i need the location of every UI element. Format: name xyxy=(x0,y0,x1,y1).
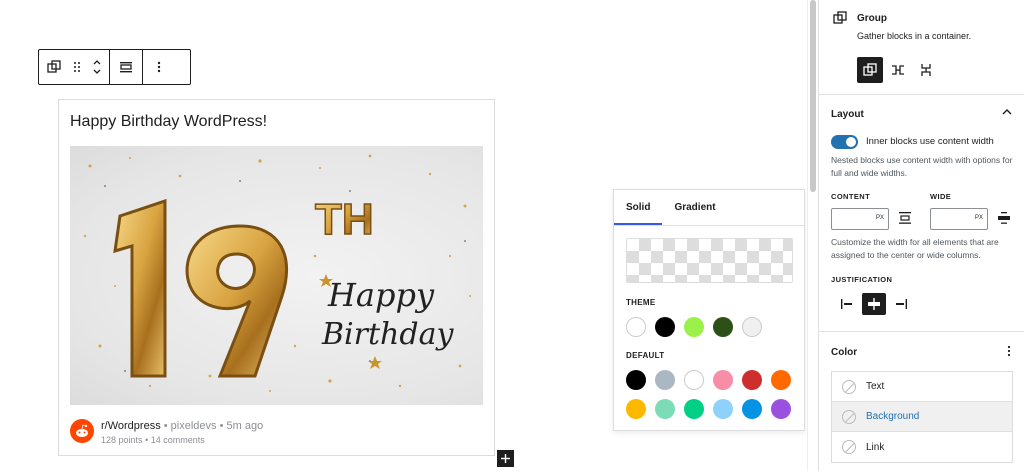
color-swatch[interactable] xyxy=(713,399,733,419)
layout-panel-title[interactable]: Layout xyxy=(831,109,864,120)
color-item-label: Background xyxy=(866,411,920,422)
default-palette-label: DEFAULT xyxy=(626,351,665,360)
width-help-text: Customize the width for all elements tha… xyxy=(831,237,999,261)
color-settings-list: Text Background Link xyxy=(831,371,1013,463)
color-swatch[interactable] xyxy=(655,317,675,337)
toolbar-group-2 xyxy=(110,50,143,84)
color-swatch[interactable] xyxy=(684,399,704,419)
toolbar-group-1 xyxy=(39,50,110,84)
color-indicator-icon xyxy=(842,379,856,394)
group-icon xyxy=(833,11,847,30)
wide-width-field[interactable]: PX xyxy=(930,208,988,230)
more-options-icon[interactable] xyxy=(146,50,172,84)
comments-count: • 14 comments xyxy=(145,435,205,445)
block-title: Group xyxy=(857,13,887,24)
canvas-scrollbar[interactable] xyxy=(807,0,817,471)
color-panel: Color Text Background Link xyxy=(819,333,1024,471)
justify-right-icon[interactable] xyxy=(889,293,913,315)
drag-handle-icon[interactable] xyxy=(67,50,87,84)
align-wide-icon[interactable] xyxy=(998,211,1010,230)
points-count: 128 points xyxy=(101,435,143,445)
wide-width-input[interactable] xyxy=(931,209,975,229)
color-indicator-icon xyxy=(842,440,856,454)
content-width-field[interactable]: PX xyxy=(831,208,889,230)
color-swatch[interactable] xyxy=(713,370,733,390)
color-swatch[interactable] xyxy=(742,317,762,337)
align-icon[interactable] xyxy=(113,50,139,84)
row-variation-icon[interactable] xyxy=(885,57,911,83)
editor-canvas: Happy Birthday WordPress! TH Happy Birth… xyxy=(0,0,806,471)
color-picker-popover: Solid Gradient THEME DEFAULT xyxy=(613,189,805,431)
toolbar-group-3 xyxy=(143,50,175,84)
color-swatch[interactable] xyxy=(742,370,762,390)
color-item-text[interactable]: Text xyxy=(832,372,1012,402)
content-unit[interactable]: PX xyxy=(876,215,884,221)
color-swatch[interactable] xyxy=(655,370,675,390)
color-item-label: Link xyxy=(866,441,885,453)
tab-solid[interactable]: Solid xyxy=(614,190,662,225)
align-center-icon[interactable] xyxy=(899,211,911,230)
post-author-time: • pixeldevs • 5m ago xyxy=(163,420,264,432)
color-swatch[interactable] xyxy=(684,317,704,337)
birthday-image: TH Happy Birthday xyxy=(70,146,483,405)
color-options-icon[interactable] xyxy=(1007,345,1011,360)
reddit-post-stats: 128 points • 14 comments xyxy=(101,435,205,445)
color-indicator-icon xyxy=(842,409,856,424)
block-card: Group Gather blocks in a container. xyxy=(819,0,1024,95)
color-swatch[interactable] xyxy=(771,399,791,419)
theme-swatches xyxy=(626,317,762,337)
color-swatch[interactable] xyxy=(713,317,733,337)
default-swatches-row-2 xyxy=(626,399,791,419)
subreddit-link[interactable]: r/Wordpress xyxy=(101,420,161,432)
color-preview[interactable] xyxy=(626,238,793,283)
color-swatch[interactable] xyxy=(655,399,675,419)
justify-left-icon[interactable] xyxy=(835,293,859,315)
wide-unit[interactable]: PX xyxy=(975,215,983,221)
toggle-label: Inner blocks use content width xyxy=(866,136,994,147)
color-swatch[interactable] xyxy=(771,370,791,390)
color-swatch[interactable] xyxy=(742,399,762,419)
content-label: CONTENT xyxy=(831,192,871,201)
theme-palette-label: THEME xyxy=(626,298,656,307)
color-item-link[interactable]: Link xyxy=(832,432,1012,462)
scrollbar-thumb[interactable] xyxy=(810,0,816,192)
color-item-background[interactable]: Background xyxy=(832,402,1012,432)
move-up-down-icon[interactable] xyxy=(87,50,107,84)
stack-variation-icon[interactable] xyxy=(913,57,939,83)
color-type-tabs: Solid Gradient xyxy=(614,190,804,226)
color-swatch[interactable] xyxy=(626,317,646,337)
content-width-toggle[interactable] xyxy=(831,135,858,149)
settings-sidebar: Group Gather blocks in a container. Layo… xyxy=(818,0,1024,471)
group-block[interactable]: Happy Birthday WordPress! TH Happy Birth… xyxy=(58,99,495,456)
justification-controls xyxy=(835,293,913,315)
color-swatch[interactable] xyxy=(684,370,704,390)
color-item-label: Text xyxy=(866,381,885,392)
svg-text:Happy: Happy xyxy=(327,276,435,314)
post-title: Happy Birthday WordPress! xyxy=(70,113,268,130)
color-swatch[interactable] xyxy=(626,370,646,390)
svg-text:TH: TH xyxy=(315,195,374,244)
layout-help-text: Nested blocks use content width with opt… xyxy=(831,155,1013,179)
block-toolbar xyxy=(38,49,191,85)
reddit-post-meta: r/Wordpress • pixeldevs • 5m ago xyxy=(101,420,263,432)
color-swatch[interactable] xyxy=(626,399,646,419)
add-block-button[interactable] xyxy=(497,450,514,467)
justification-label: JUSTIFICATION xyxy=(831,275,893,284)
content-width-input[interactable] xyxy=(832,209,876,229)
reddit-logo-icon xyxy=(70,419,94,443)
justify-center-icon[interactable] xyxy=(862,293,886,315)
chevron-up-icon[interactable] xyxy=(1002,105,1012,119)
color-panel-title[interactable]: Color xyxy=(831,347,857,358)
group-block-icon[interactable] xyxy=(41,50,67,84)
tab-gradient[interactable]: Gradient xyxy=(662,190,727,225)
block-description: Gather blocks in a container. xyxy=(857,31,972,41)
reddit-embed[interactable]: r/Wordpress • pixeldevs • 5m ago 128 poi… xyxy=(70,418,483,448)
group-variation-icon[interactable] xyxy=(857,57,883,83)
default-swatches-row-1 xyxy=(626,370,791,390)
wide-label: WIDE xyxy=(930,192,952,201)
svg-text:Birthday: Birthday xyxy=(321,317,454,352)
block-variations xyxy=(857,57,939,83)
